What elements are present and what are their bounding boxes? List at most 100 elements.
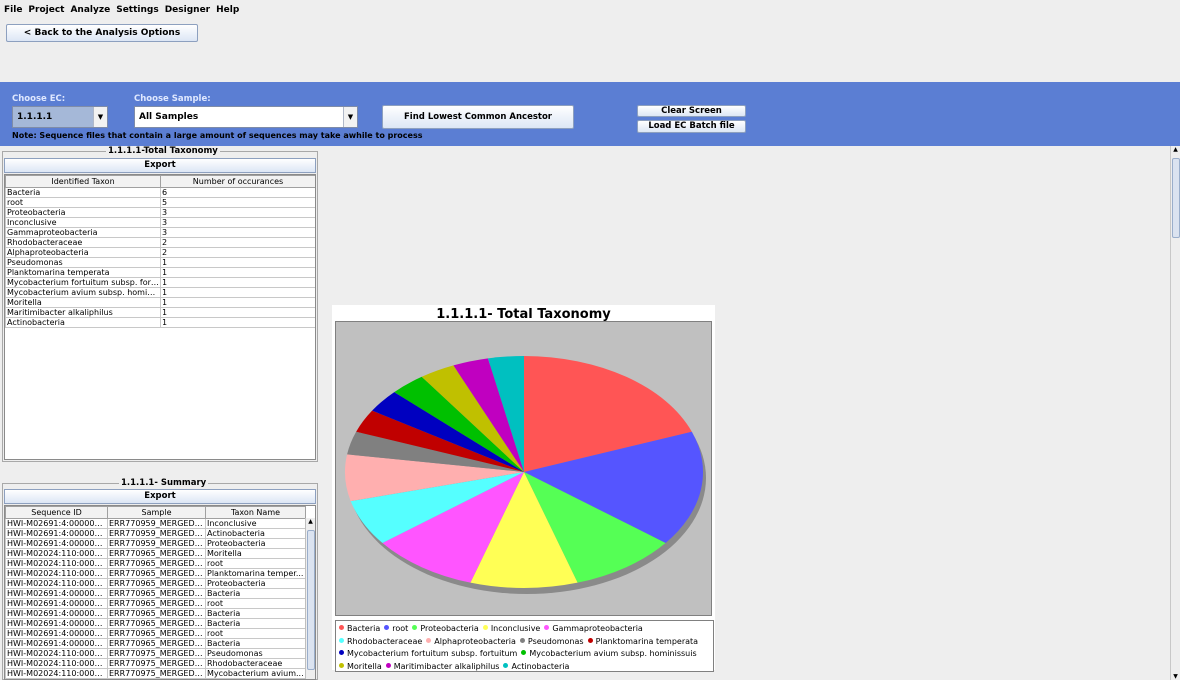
table-cell: HWI-M02691:4:000000... [5, 528, 108, 539]
menu-settings[interactable]: Settings [116, 5, 158, 15]
summary-scrollbar[interactable]: ▲ [305, 518, 315, 679]
legend-swatch [521, 650, 527, 655]
column-header[interactable]: Taxon Name [205, 506, 306, 519]
summary-table-row[interactable]: HWI-M02024:110:0000... ERR770975_MERGED_.… [5, 648, 306, 659]
table-cell: 5 [160, 197, 315, 208]
summary-table-row[interactable]: HWI-M02024:110:0000... ERR770975_MERGED_.… [5, 668, 306, 679]
find-lca-button[interactable]: Find Lowest Common Ancestor [382, 105, 574, 129]
menu-project[interactable]: Project [28, 5, 64, 15]
clear-screen-button[interactable]: Clear Screen [637, 105, 746, 117]
taxonomy-table-row[interactable]: Bacteria 6 [5, 187, 315, 198]
taxonomy-table-row[interactable]: Mycobacterium fortuitum subsp. fort... 1 [5, 277, 315, 288]
load-ec-batch-button[interactable]: Load EC Batch file [637, 120, 746, 133]
menu-help[interactable]: Help [216, 5, 239, 15]
taxonomy-table-row[interactable]: Gammaproteobacteria 3 [5, 227, 315, 238]
table-cell: HWI-M02024:110:0000... [5, 658, 108, 669]
chevron-down-icon: ▼ [93, 107, 107, 127]
scrollbar-thumb[interactable] [307, 530, 315, 670]
scrollbar-thumb[interactable] [1172, 158, 1180, 238]
table-cell: Rhodobacteraceae [205, 658, 306, 669]
table-cell: Proteobacteria [205, 578, 306, 589]
taxonomy-table: Identified Taxon Number of occurances Ba… [5, 175, 315, 328]
main-scrollbar[interactable]: ▲ ▼ [1170, 146, 1180, 680]
summary-table-row[interactable]: HWI-M02691:4:000000... ERR770959_MERGED_.… [5, 528, 306, 539]
summary-table-row[interactable]: HWI-M02024:110:0000... ERR770965_MERGED_.… [5, 568, 306, 579]
chevron-up-icon[interactable]: ▲ [306, 518, 315, 525]
table-cell: ERR770975_MERGED_... [107, 648, 206, 659]
menu-designer[interactable]: Designer [165, 5, 210, 15]
taxonomy-table-row[interactable]: Mycobacterium avium subsp. homini... 1 [5, 287, 315, 298]
chevron-down-icon[interactable]: ▼ [1171, 673, 1180, 680]
summary-table-row[interactable]: HWI-M02691:4:000000... ERR770965_MERGED_.… [5, 638, 306, 649]
taxonomy-table-row[interactable]: Actinobacteria 1 [5, 317, 315, 328]
ec-select-value: 1.1.1.1 [13, 107, 93, 127]
legend-label: Mycobacterium fortuitum subsp. fortuitum [347, 649, 518, 658]
sample-select[interactable]: All Samples ▼ [134, 106, 358, 128]
summary-table-row[interactable]: HWI-M02691:4:000000... ERR770965_MERGED_.… [5, 588, 306, 599]
sample-select-value: All Samples [139, 112, 199, 122]
table-cell: HWI-M02691:4:000000... [5, 618, 108, 629]
chevron-up-icon[interactable]: ▲ [1171, 146, 1180, 153]
legend-item: root [384, 624, 408, 633]
summary-table-row[interactable]: HWI-M02691:4:000000... ERR770965_MERGED_.… [5, 598, 306, 609]
taxonomy-table-row[interactable]: Proteobacteria 3 [5, 207, 315, 218]
table-cell: ERR770965_MERGED_... [107, 548, 206, 559]
table-cell: Maritimibacter alkaliphilus [5, 307, 161, 318]
table-cell: 1 [160, 257, 315, 268]
table-cell: Proteobacteria [205, 538, 306, 549]
table-cell: ERR770965_MERGED_... [107, 618, 206, 629]
summary-table-row[interactable]: HWI-M02691:4:000000... ERR770965_MERGED_.… [5, 628, 306, 639]
legend-item: Rhodobacteraceae [339, 637, 422, 646]
taxonomy-table-row[interactable]: Moritella 1 [5, 297, 315, 308]
table-cell: 1 [160, 297, 315, 308]
pie-chart [345, 356, 706, 594]
taxonomy-table-row[interactable]: Planktomarina temperata 1 [5, 267, 315, 278]
ec-select[interactable]: 1.1.1.1 ▼ [12, 106, 108, 128]
summary-export-button[interactable]: Export [4, 489, 316, 504]
table-cell: ERR770975_MERGED_... [107, 668, 206, 679]
table-cell: ERR770965_MERGED_... [107, 558, 206, 569]
legend-item: Maritimibacter alkaliphilus [385, 662, 499, 671]
table-cell: Inconclusive [5, 217, 161, 228]
choose-ec-label: Choose EC: [12, 94, 66, 104]
table-cell: ERR770959_MERGED_... [107, 518, 206, 529]
summary-table-row[interactable]: HWI-M02024:110:0000... ERR770965_MERGED_.… [5, 548, 306, 559]
taxonomy-table-row[interactable]: Inconclusive 3 [5, 217, 315, 228]
summary-table-row[interactable]: HWI-M02691:4:000000... ERR770959_MERGED_.… [5, 518, 306, 529]
legend-label: Mycobacterium avium subsp. hominissuis [529, 649, 697, 658]
table-cell: root [5, 197, 161, 208]
column-header[interactable]: Sample [107, 506, 206, 519]
back-button[interactable]: < Back to the Analysis Options [6, 24, 198, 42]
table-cell: Planktomarina temperata [5, 267, 161, 278]
summary-table-row[interactable]: HWI-M02691:4:000000... ERR770965_MERGED_.… [5, 608, 306, 619]
taxonomy-table-row[interactable]: Maritimibacter alkaliphilus 1 [5, 307, 315, 318]
table-cell: Inconclusive [205, 518, 306, 529]
column-header[interactable]: Sequence ID [5, 506, 108, 519]
taxonomy-export-button[interactable]: Export [4, 158, 316, 173]
summary-table-row[interactable]: HWI-M02024:110:0000... ERR770965_MERGED_.… [5, 578, 306, 589]
summary-table-row[interactable]: HWI-M02691:4:000000... ERR770965_MERGED_.… [5, 618, 306, 629]
summary-table-row[interactable]: HWI-M02024:110:0000... ERR770975_MERGED_.… [5, 658, 306, 669]
table-cell: Moritella [205, 548, 306, 559]
column-header[interactable]: Identified Taxon [5, 175, 161, 188]
processing-note: Note: Sequence files that contain a larg… [12, 131, 423, 140]
column-header[interactable]: Number of occurances [160, 175, 315, 188]
table-cell: 1 [160, 317, 315, 328]
menu-analyze[interactable]: Analyze [70, 5, 110, 15]
legend-item: Inconclusive [482, 624, 540, 633]
taxonomy-table-row[interactable]: root 5 [5, 197, 315, 208]
table-cell: Actinobacteria [5, 317, 161, 328]
legend-label: Pseudomonas [527, 636, 584, 646]
table-cell: HWI-M02024:110:0000... [5, 648, 108, 659]
taxonomy-table-row[interactable]: Pseudomonas 1 [5, 257, 315, 268]
summary-table-row[interactable]: HWI-M02024:110:0000... ERR770965_MERGED_.… [5, 558, 306, 569]
legend-swatch [412, 625, 418, 630]
pie-chart-panel: 1.1.1.1- Total Taxonomy Bacteria root Prot… [332, 305, 715, 672]
taxonomy-table-row[interactable]: Alphaproteobacteria 2 [5, 247, 315, 258]
summary-table-row[interactable]: HWI-M02691:4:000000... ERR770959_MERGED_.… [5, 538, 306, 549]
taxonomy-table-row[interactable]: Rhodobacteraceae 2 [5, 237, 315, 248]
summary-table: Sequence ID Sample Taxon Name HWI-M02691… [5, 506, 306, 679]
table-cell: ERR770965_MERGED_... [107, 578, 206, 589]
table-cell: HWI-M02024:110:0000... [5, 578, 108, 589]
menu-file[interactable]: File [4, 5, 22, 15]
